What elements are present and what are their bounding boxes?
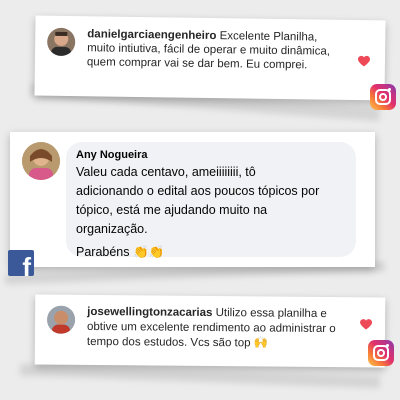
comment-line: adicionando o edital aos poucos tópicos … bbox=[76, 184, 320, 198]
avatar[interactable] bbox=[46, 305, 76, 334]
comment-body: Valeu cada centavo, ameiiiiiiii, tô adic… bbox=[76, 163, 351, 262]
comment-line: tópico, está me ajudando muito na bbox=[76, 203, 268, 217]
username[interactable]: danielgarciaengenheiro bbox=[87, 28, 216, 42]
comment-text: danielgarciaengenheiro Excelente Planilh… bbox=[87, 27, 338, 72]
instagram-icon bbox=[370, 84, 396, 110]
facebook-icon: f bbox=[8, 250, 34, 276]
card-shadow bbox=[19, 363, 381, 389]
instagram-comment-card: danielgarciaengenheiro Excelente Planilh… bbox=[34, 15, 386, 101]
comment-line: organização. bbox=[76, 222, 148, 236]
username[interactable]: josewellingtonzacarias bbox=[87, 306, 212, 319]
instagram-icon bbox=[368, 340, 394, 366]
facebook-comment-card: Any Nogueira Valeu cada centavo, ameiiii… bbox=[10, 132, 375, 267]
avatar[interactable] bbox=[22, 142, 60, 180]
comment-sign-off: Parabéns 👏👏 bbox=[76, 245, 165, 259]
heart-icon[interactable] bbox=[359, 317, 373, 331]
comment-text: josewellingtonzacarias Utilizo essa plan… bbox=[87, 305, 355, 352]
username[interactable]: Any Nogueira bbox=[76, 149, 148, 161]
avatar[interactable] bbox=[47, 27, 76, 57]
comment-line: Valeu cada centavo, ameiiiiiiii, tô bbox=[76, 165, 256, 179]
heart-icon[interactable] bbox=[357, 54, 371, 68]
instagram-comment-card: josewellingtonzacarias Utilizo essa plan… bbox=[34, 294, 386, 368]
